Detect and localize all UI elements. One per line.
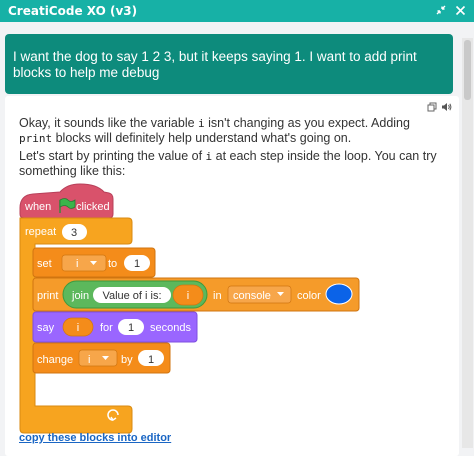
say-for-label: for: [100, 322, 113, 334]
code-blocks: when clicked repeat 3 set i to 1 print j…: [19, 183, 360, 434]
change-value: 1: [148, 354, 154, 366]
print-color-label: color: [297, 290, 321, 302]
user-message: I want the dog to say 1 2 3, but it keep…: [5, 34, 453, 94]
window-titlebar: CreatiCode XO (v3): [0, 0, 474, 22]
print-in-label: in: [213, 290, 222, 302]
say-seconds-value: 1: [128, 322, 134, 334]
when-label: when: [24, 201, 51, 213]
collapse-icon[interactable]: [435, 4, 447, 18]
window-title: CreatiCode XO (v3): [8, 4, 138, 18]
scrollbar-thumb[interactable]: [464, 40, 471, 100]
print-block[interactable]: print join Value of i is: i in console c…: [32, 277, 360, 312]
repeat-count: 3: [71, 227, 77, 239]
change-label: change: [37, 354, 73, 366]
print-label: print: [37, 290, 58, 302]
user-message-text: I want the dog to say 1 2 3, but it keep…: [13, 49, 417, 80]
repeat-label: repeat: [25, 226, 56, 238]
change-var-name: i: [88, 354, 90, 366]
when-flag-clicked-block[interactable]: when clicked: [19, 183, 114, 219]
set-label: set: [37, 258, 52, 270]
print-target: console: [233, 290, 271, 302]
say-var-name: i: [77, 322, 79, 334]
clicked-label: clicked: [76, 201, 110, 213]
change-var-dropdown[interactable]: [78, 349, 118, 367]
say-for-seconds-block[interactable]: say i for 1 seconds: [32, 311, 198, 343]
set-value: 1: [134, 258, 140, 270]
color-swatch[interactable]: [325, 283, 353, 305]
copy-blocks-link[interactable]: copy these blocks into editor: [19, 432, 171, 444]
scrollbar[interactable]: [462, 38, 473, 448]
say-seconds-label: seconds: [150, 322, 191, 334]
change-variable-block[interactable]: change i by 1: [32, 342, 171, 374]
set-var-dropdown[interactable]: [61, 254, 107, 272]
set-var-name: i: [76, 258, 78, 270]
join-label: join: [71, 290, 89, 302]
close-icon[interactable]: [455, 5, 466, 18]
set-to-label: to: [108, 258, 117, 270]
assistant-message: Okay, it sounds like the variable i isn'…: [5, 96, 459, 456]
set-variable-block[interactable]: set i to 1: [32, 247, 156, 278]
say-label: say: [37, 322, 55, 334]
chat-panel: I want the dog to say 1 2 3, but it keep…: [0, 22, 474, 456]
join-var-name: i: [187, 290, 189, 302]
join-text: Value of i is:: [102, 290, 161, 302]
change-by-label: by: [121, 354, 133, 366]
